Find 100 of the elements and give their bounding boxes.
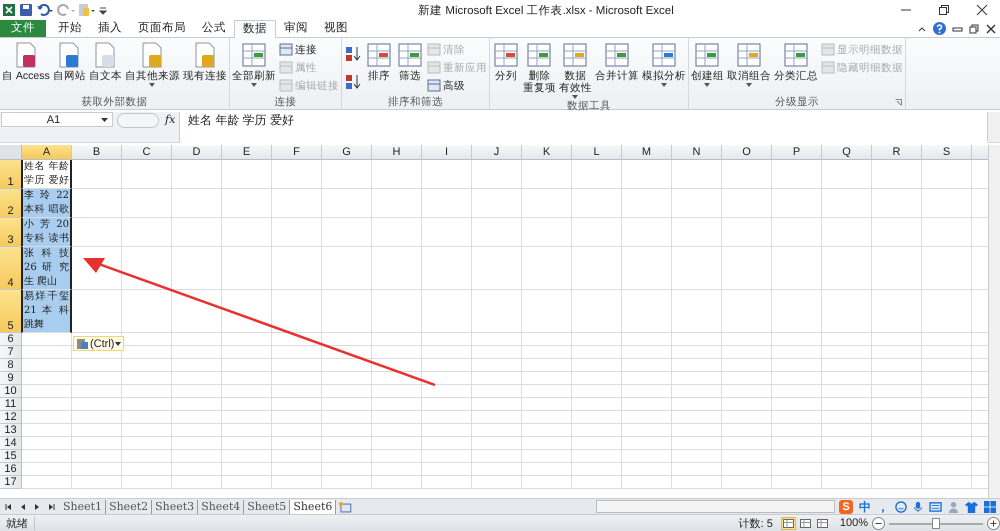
column-header[interactable]: Q	[822, 145, 872, 160]
column-header[interactable]: I	[422, 145, 472, 160]
column-header[interactable]: L	[572, 145, 622, 160]
shirt-icon[interactable]	[965, 500, 978, 512]
row-header[interactable]: 2	[0, 189, 22, 218]
close-icon[interactable]	[986, 24, 996, 34]
ribbon-small-button[interactable]: 高级	[426, 78, 487, 93]
ribbon-tab[interactable]: 视图	[316, 20, 356, 37]
row-header[interactable]: 5	[0, 290, 22, 333]
ribbon-button[interactable]: 分列	[492, 41, 520, 82]
restore-icon[interactable]	[969, 24, 980, 34]
row-header[interactable]: 16	[0, 463, 22, 476]
ribbon-button[interactable]: 创建组	[690, 41, 724, 87]
excel-logo-icon[interactable]	[2, 3, 16, 17]
ribbon-tab[interactable]: 公式	[194, 20, 234, 37]
dialog-launcher-icon[interactable]	[894, 99, 902, 106]
formula-field[interactable]: 姓名 年龄 学历 爱好	[179, 112, 987, 143]
row-header[interactable]: 7	[0, 346, 22, 359]
ribbon-button[interactable]: 取消组合	[726, 41, 771, 87]
column-header[interactable]: B	[72, 145, 122, 160]
ribbon-button[interactable]: 数据 有效性	[558, 41, 592, 99]
row-header[interactable]: 15	[0, 450, 22, 463]
undo-icon[interactable]	[36, 3, 54, 17]
name-box[interactable]: A1	[1, 112, 113, 127]
column-header[interactable]: A	[22, 145, 72, 160]
microphone-icon[interactable]	[913, 500, 923, 512]
close-icon[interactable]	[976, 4, 988, 16]
ribbon-button[interactable]: 删除 重复项	[522, 41, 556, 94]
ribbon-button[interactable]: 现有连接	[182, 41, 227, 82]
ribbon-tab[interactable]: 文件	[0, 20, 46, 37]
splitter-handle[interactable]	[117, 113, 159, 128]
ribbon-button[interactable]: 自文本	[88, 41, 122, 82]
row-header[interactable]: 17	[0, 476, 22, 489]
insert-sheet-icon[interactable]	[336, 500, 354, 512]
column-header[interactable]: J	[472, 145, 522, 160]
column-header[interactable]: O	[722, 145, 772, 160]
ribbon-button[interactable]: 全部刷新	[232, 41, 276, 87]
save-icon[interactable]	[19, 3, 33, 17]
view-button[interactable]	[798, 516, 813, 530]
zoom-slider-thumb[interactable]	[932, 518, 940, 528]
column-header[interactable]: G	[322, 145, 372, 160]
ribbon-button[interactable]: 自其他来源	[124, 41, 180, 87]
row-header[interactable]: 12	[0, 411, 22, 424]
row-header[interactable]: 3	[0, 218, 22, 247]
ribbon-tab[interactable]: 开始	[50, 20, 90, 37]
ribbon-small-button[interactable]: 连接	[278, 42, 339, 57]
sheet-nav-icon[interactable]	[4, 502, 14, 512]
column-header[interactable]: K	[522, 145, 572, 160]
sort-ascending-icon[interactable]	[344, 45, 362, 63]
view-button[interactable]	[814, 516, 830, 530]
column-header[interactable]: H	[372, 145, 422, 160]
ribbon-tab[interactable]: 审阅	[276, 20, 316, 37]
view-button[interactable]	[780, 516, 796, 530]
ribbon-button[interactable]: 排序	[364, 41, 393, 82]
smiley-icon[interactable]	[895, 500, 907, 512]
ribbon-button[interactable]: 分类汇总	[774, 41, 818, 82]
paste-options-button[interactable]: (Ctrl)	[73, 336, 124, 351]
column-header[interactable]: N	[672, 145, 722, 160]
column-header[interactable]: S	[922, 145, 972, 160]
ime-mode-button[interactable]: 中	[859, 500, 871, 514]
row-header[interactable]: 1	[0, 160, 22, 189]
ribbon-tab[interactable]: 页面布局	[130, 20, 194, 37]
sort-descending-icon[interactable]	[344, 73, 362, 91]
zoom-level-text[interactable]: 100%	[840, 517, 868, 529]
row-header[interactable]: 14	[0, 437, 22, 450]
ime-punctuation-button[interactable]: ，	[877, 500, 889, 514]
grid-icon[interactable]	[984, 500, 996, 512]
column-header[interactable]: R	[872, 145, 922, 160]
ribbon-tab[interactable]: 插入	[90, 20, 130, 37]
ribbon-button[interactable]: 模拟分析	[642, 41, 686, 87]
horizontal-scrollbar[interactable]	[596, 500, 835, 513]
column-header[interactable]: E	[222, 145, 272, 160]
row-header[interactable]: 10	[0, 385, 22, 398]
ribbon-button[interactable]: 筛选	[396, 41, 424, 82]
row-header[interactable]: 13	[0, 424, 22, 437]
row-header[interactable]: 8	[0, 359, 22, 372]
column-header[interactable]: C	[122, 145, 172, 160]
help-icon[interactable]	[933, 22, 946, 35]
clipboard-icon[interactable]	[78, 3, 96, 17]
keyboard-icon[interactable]	[929, 501, 942, 512]
row-header[interactable]: 11	[0, 398, 22, 411]
row-header[interactable]: 9	[0, 372, 22, 385]
row-header[interactable]: 4	[0, 247, 22, 290]
column-header[interactable]: M	[622, 145, 672, 160]
ribbon-tab[interactable]: 数据	[234, 20, 276, 38]
ribbon-button[interactable]: 自 Access	[2, 41, 50, 82]
ribbon-button[interactable]: 自网站	[52, 41, 86, 82]
table-cell	[122, 437, 172, 450]
column-header[interactable]: F	[272, 145, 322, 160]
restore-icon[interactable]	[938, 4, 950, 16]
column-header[interactable]: D	[172, 145, 222, 160]
zoom-out-icon[interactable]	[872, 516, 885, 530]
sheet-nav-icon[interactable]	[46, 502, 56, 512]
insert-function-button[interactable]: fx	[165, 112, 179, 127]
vertical-scrollbar[interactable]	[988, 145, 1000, 498]
ribbon-button[interactable]: 合并计算	[594, 41, 639, 82]
sheet-tab[interactable]: Sheet6	[290, 500, 336, 514]
column-header[interactable]: P	[772, 145, 822, 160]
zoom-in-icon[interactable]	[987, 516, 1000, 530]
row-header[interactable]: 6	[0, 333, 22, 346]
